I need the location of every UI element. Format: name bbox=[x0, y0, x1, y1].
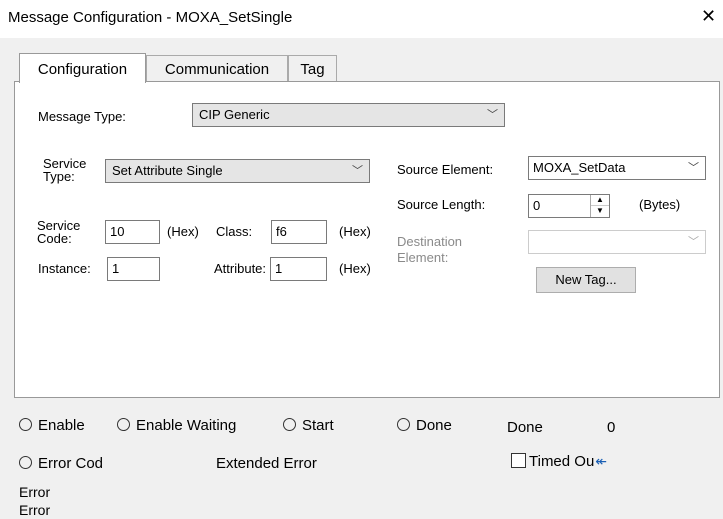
source-length-label: Source Length: bbox=[397, 197, 486, 212]
start-indicator: Start bbox=[283, 417, 334, 435]
class-label: Class: bbox=[216, 224, 253, 239]
chevron-down-icon: ﹀ bbox=[487, 109, 498, 121]
error-text-line2: Error bbox=[19, 502, 51, 518]
service-code-input[interactable]: 10 bbox=[105, 220, 160, 244]
close-icon[interactable]: ✕ bbox=[701, 7, 716, 25]
done-label: Done bbox=[416, 417, 452, 434]
error-text-line1: Error bbox=[19, 484, 51, 500]
done-length-label: Done bbox=[507, 419, 543, 436]
source-element-label: Source Element: bbox=[397, 162, 494, 177]
source-element-value: MOXA_SetData bbox=[533, 160, 626, 175]
tab-configuration[interactable]: Configuration bbox=[19, 53, 146, 83]
tab-tag[interactable]: Tag bbox=[288, 55, 337, 83]
arrow-left-icon: ↞ bbox=[595, 453, 608, 469]
service-type-value: Set Attribute Single bbox=[112, 163, 223, 178]
service-code-hex-label: (Hex) bbox=[167, 224, 199, 239]
source-length-stepper[interactable]: 0 ▲ ▼ bbox=[528, 194, 610, 218]
destination-element-select[interactable]: ﹀ bbox=[528, 230, 706, 254]
error-code-label: Error Cod bbox=[38, 455, 104, 472]
attribute-label: Attribute: bbox=[214, 261, 267, 276]
checkbox-icon bbox=[511, 453, 526, 468]
service-code-label-line2: Code: bbox=[37, 231, 72, 246]
start-label: Start bbox=[302, 417, 334, 434]
title-bar: Message Configuration - MOXA_SetSingle ✕ bbox=[0, 0, 723, 38]
new-tag-button[interactable]: New Tag... bbox=[536, 267, 636, 293]
done-indicator: Done bbox=[397, 417, 452, 435]
class-hex-label: (Hex) bbox=[339, 224, 371, 239]
timed-out-checkbox[interactable]: Timed Ou↞ bbox=[511, 452, 607, 471]
chevron-down-icon: ﹀ bbox=[352, 165, 363, 177]
enable-waiting-label: Enable Waiting bbox=[136, 417, 237, 434]
service-type-label-line2: Type: bbox=[43, 169, 75, 184]
error-code-indicator: Error Cod bbox=[19, 455, 103, 473]
bytes-label: (Bytes) bbox=[639, 197, 681, 212]
radio-circle-icon bbox=[117, 418, 130, 431]
message-type-value: CIP Generic bbox=[199, 107, 270, 122]
message-type-label: Message Type: bbox=[38, 109, 126, 124]
done-length-value: 0 bbox=[607, 419, 616, 436]
instance-label: Instance: bbox=[38, 261, 91, 276]
chevron-down-icon: ﹀ bbox=[688, 162, 699, 174]
attribute-hex-label: (Hex) bbox=[339, 261, 371, 276]
enable-waiting-indicator: Enable Waiting bbox=[117, 417, 236, 435]
service-type-select[interactable]: Set Attribute Single ﹀ bbox=[105, 159, 370, 183]
tab-communication[interactable]: Communication bbox=[146, 55, 288, 83]
window-title: Message Configuration - MOXA_SetSingle bbox=[8, 9, 293, 26]
extended-error-label: Extended Error bbox=[216, 455, 317, 472]
destination-label-line2: Element: bbox=[397, 250, 449, 265]
radio-circle-icon bbox=[19, 418, 32, 431]
chevron-down-icon: ﹀ bbox=[688, 236, 699, 248]
spinner-arrows-icon[interactable]: ▲ ▼ bbox=[590, 195, 609, 217]
radio-circle-icon bbox=[19, 456, 32, 469]
destination-label-line1: Destination bbox=[397, 234, 463, 249]
enable-indicator: Enable bbox=[19, 417, 85, 435]
radio-circle-icon bbox=[283, 418, 296, 431]
attribute-input[interactable]: 1 bbox=[270, 257, 327, 281]
timed-out-label: Timed Ou bbox=[529, 453, 595, 470]
radio-circle-icon bbox=[397, 418, 410, 431]
enable-label: Enable bbox=[38, 417, 85, 434]
message-type-select[interactable]: CIP Generic ﹀ bbox=[192, 103, 505, 127]
source-length-value: 0 bbox=[533, 198, 541, 213]
class-input[interactable]: f6 bbox=[271, 220, 327, 244]
source-element-select[interactable]: MOXA_SetData ﹀ bbox=[528, 156, 706, 180]
instance-input[interactable]: 1 bbox=[107, 257, 160, 281]
